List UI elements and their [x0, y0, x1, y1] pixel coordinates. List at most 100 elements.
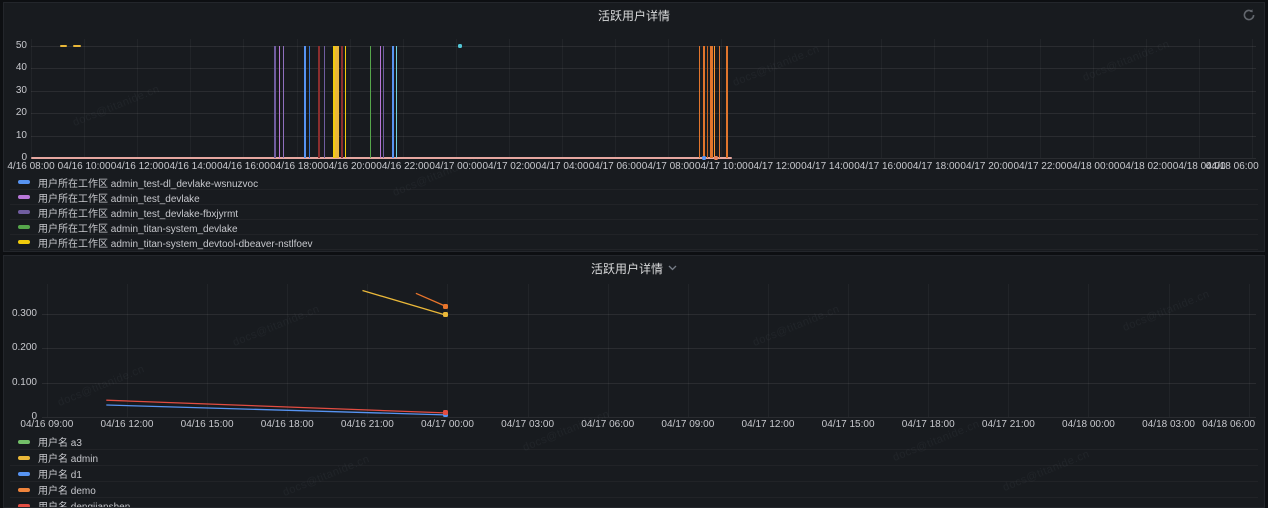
x-tick-label: 04/18 06:00	[1202, 419, 1255, 430]
panel-active-users-bottom: 活跃用户详情 00.1000.2000.300 04/16 09:0004/16…	[3, 255, 1265, 508]
gridline	[774, 39, 775, 158]
x-tick-label: 04/16 10:00	[58, 161, 111, 172]
legend-color-swatch	[18, 195, 30, 199]
x-tick-label: 04/18 06:00	[1206, 161, 1259, 172]
panel-title[interactable]: 活跃用户详情	[591, 260, 663, 277]
legend-item[interactable]: 用户所在工作区 admin_titan-system_devtool-dbeav…	[10, 235, 1258, 250]
gridline	[31, 39, 32, 158]
legend-item[interactable]: 用户所在工作区 admin_titan-system_devlake	[10, 220, 1258, 235]
legend-item[interactable]: 用户所在工作区 admin_test_devlake-fbxjyrmt	[10, 205, 1258, 220]
series-spike	[341, 46, 343, 158]
legend-label: 用户名 admin	[38, 450, 98, 465]
x-tick-label: 04/17 06:00	[589, 161, 642, 172]
gridline	[562, 39, 563, 158]
gridline	[456, 39, 457, 158]
legend-item[interactable]: 用户名 dengjianshen	[10, 498, 1258, 508]
y-tick-label: 40	[4, 63, 27, 73]
zero-value-series-line	[31, 157, 732, 159]
x-tick-label: 04/18 00:00	[1062, 419, 1115, 430]
legend-label: 用户所在工作区 admin_test-dl_devlake-wsnuzvoc	[38, 175, 258, 190]
x-tick-label: 04/17 12:00	[742, 419, 795, 430]
gridline	[828, 39, 829, 158]
gridline	[1040, 39, 1041, 158]
y-axis-top: 01020304050	[4, 39, 27, 158]
x-tick-label: 04/16 18:00	[270, 161, 323, 172]
gridline	[297, 39, 298, 158]
series-spike	[719, 46, 720, 158]
x-tick-label: 04/17 21:00	[982, 419, 1035, 430]
gridline	[31, 68, 1256, 69]
legend-item[interactable]: 用户所在工作区 admin_test-dl_devlake-wsnuzvoc	[10, 175, 1258, 190]
gridline	[881, 39, 882, 158]
series-spike	[370, 46, 371, 158]
series-spike	[345, 46, 346, 158]
series-point	[443, 312, 448, 317]
x-tick-label: 04/17 10:00	[695, 161, 748, 172]
legend-color-swatch	[18, 240, 30, 244]
series-spike	[274, 46, 276, 158]
gridline	[84, 39, 85, 158]
series-dash	[60, 45, 67, 47]
x-tick-label: 04/16 12:00	[111, 161, 164, 172]
legend-label: 用户所在工作区 admin_titan-system_devlake	[38, 220, 238, 235]
x-tick-label: 04/18 03:00	[1142, 419, 1195, 430]
gridline	[1252, 39, 1253, 158]
x-tick-label: 04/17 06:00	[581, 419, 634, 430]
x-tick-label: 04/17 20:00	[960, 161, 1013, 172]
series-spike	[380, 46, 381, 158]
plot-area-top[interactable]	[31, 39, 1256, 158]
legend-label: 用户名 d1	[38, 466, 82, 481]
gridline	[31, 136, 1256, 137]
gridline	[31, 91, 1256, 92]
x-tick-label: 04/16 16:00	[217, 161, 270, 172]
panel-active-users-top: 活跃用户详情 01020304050 4/16 08:0004/16 10:00…	[3, 2, 1265, 252]
series-line	[362, 291, 445, 315]
series-spike	[707, 46, 708, 158]
gridline	[31, 113, 1256, 114]
x-axis-bottom: 04/16 09:0004/16 12:0004/16 15:0004/16 1…	[42, 419, 1256, 431]
legend-label: 用户所在工作区 admin_test_devlake	[38, 190, 200, 205]
gridline	[1199, 39, 1200, 158]
x-tick-label: 04/17 00:00	[429, 161, 482, 172]
legend-item[interactable]: 用户名 demo	[10, 482, 1258, 498]
x-tick-label: 04/16 15:00	[181, 419, 234, 430]
series-point	[714, 156, 718, 160]
series-spike	[710, 46, 713, 158]
legend-item[interactable]: 用户名 a3	[10, 434, 1258, 450]
x-tick-label: 04/17 12:00	[748, 161, 801, 172]
legend-label: 用户所在工作区 admin_titan-system_devtool-dbeav…	[38, 235, 313, 250]
x-tick-label: 04/18 00:00	[1067, 161, 1120, 172]
legend-item[interactable]: 用户名 d1	[10, 466, 1258, 482]
series-spike	[283, 46, 284, 158]
panel-title[interactable]: 活跃用户详情	[598, 7, 670, 24]
panel-header-bottom[interactable]: 活跃用户详情	[4, 256, 1264, 280]
legend-color-swatch	[18, 456, 30, 460]
series-spike	[392, 46, 394, 158]
gridline	[668, 39, 669, 158]
series-spike	[703, 46, 705, 158]
x-axis-top: 4/16 08:0004/16 10:0004/16 12:0004/16 14…	[31, 161, 1256, 173]
series-spike	[335, 46, 339, 158]
x-tick-label: 04/17 15:00	[822, 419, 875, 430]
panel-header-top[interactable]: 活跃用户详情	[4, 3, 1264, 27]
legend-item[interactable]: 用户名 admin	[10, 450, 1258, 466]
y-tick-label: 50	[4, 41, 27, 51]
x-tick-label: 04/16 09:00	[20, 419, 73, 430]
series-spike	[309, 46, 310, 158]
series-point	[702, 156, 706, 160]
gridline	[721, 39, 722, 158]
grafana-dashboard: 活跃用户详情 01020304050 4/16 08:0004/16 10:00…	[0, 0, 1268, 508]
refresh-icon[interactable]	[1242, 8, 1256, 22]
gridline	[403, 39, 404, 158]
x-tick-label: 04/17 02:00	[482, 161, 535, 172]
y-tick-label: 20	[4, 108, 27, 118]
legend-label: 用户名 dengjianshen	[38, 498, 130, 508]
x-tick-label: 04/16 12:00	[101, 419, 154, 430]
x-tick-label: 4/16 08:00	[7, 161, 54, 172]
legend-item[interactable]: 用户所在工作区 admin_test_devlake	[10, 190, 1258, 205]
x-tick-label: 04/17 14:00	[801, 161, 854, 172]
plot-area-bottom[interactable]	[42, 284, 1256, 417]
x-tick-label: 04/18 02:00	[1120, 161, 1173, 172]
series-spike	[304, 46, 306, 158]
legend-label: 用户名 a3	[38, 434, 82, 449]
